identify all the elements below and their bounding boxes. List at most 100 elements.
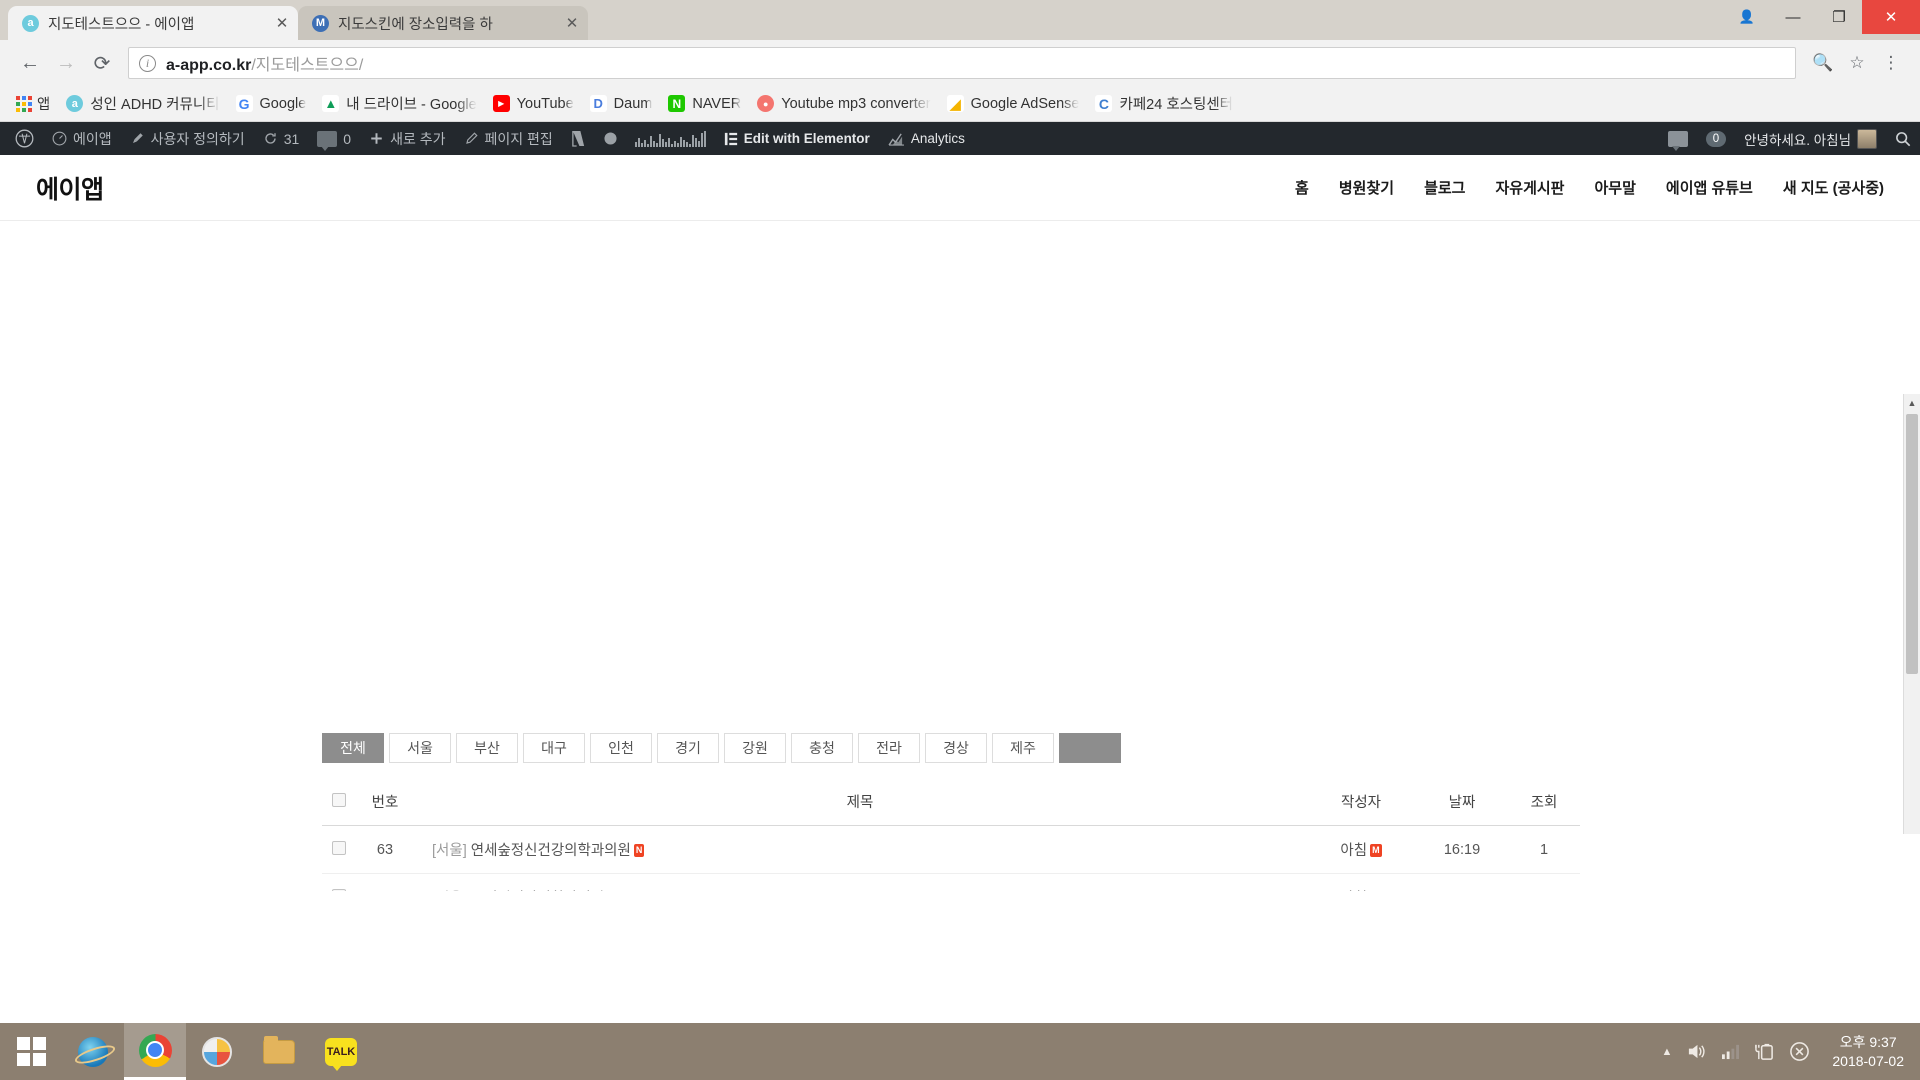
row-date: 16:18 (1416, 873, 1508, 891)
nav-item-find-hospital[interactable]: 병원찾기 (1339, 177, 1394, 198)
notifications-menu[interactable] (1659, 122, 1697, 155)
bookmark-cafe24[interactable]: C 카페24 호스팅센터 (1087, 90, 1241, 118)
plugin-circle-menu[interactable] (595, 122, 626, 155)
select-all-header (322, 779, 356, 826)
nav-item-new-map[interactable]: 새 지도 (공사중) (1783, 177, 1884, 198)
bookmark-google[interactable]: G Google (228, 90, 315, 118)
region-tab-seoul[interactable]: 서울 (389, 733, 451, 763)
a-circle-icon: a (66, 95, 84, 112)
region-tab-gangwon[interactable]: 강원 (724, 733, 786, 763)
column-header-title[interactable]: 제목 (414, 779, 1306, 826)
updates-menu[interactable]: 31 (254, 122, 309, 155)
bookmark-google-drive[interactable]: ▲ 내 드라이브 - Google (314, 90, 484, 118)
taskbar-app-kakaotalk[interactable]: TALK (310, 1023, 372, 1080)
table-row[interactable]: 63 [서울] 연세숲정신건강의학과의원 N 아침 M 16:19 1 (322, 825, 1580, 874)
region-tab-gyeongsang[interactable]: 경상 (925, 733, 987, 763)
bookmark-google-adsense[interactable]: ◢ Google AdSense (939, 90, 1088, 118)
start-button[interactable] (0, 1023, 62, 1080)
nav-item-blog[interactable]: 블로그 (1424, 177, 1465, 198)
forward-icon[interactable]: → (48, 45, 84, 81)
region-tab-blank[interactable] (1059, 733, 1121, 763)
minimize-button[interactable]: — (1770, 0, 1816, 34)
bookmark-daum-label: Daum (613, 95, 653, 112)
taskbar-app-file-explorer[interactable] (248, 1023, 310, 1080)
row-checkbox[interactable] (332, 840, 346, 855)
close-icon[interactable]: ✕ (272, 13, 292, 33)
wordpress-logo-menu[interactable] (6, 122, 43, 155)
site-info-icon[interactable]: i (139, 54, 156, 72)
volume-icon[interactable] (1686, 1042, 1707, 1061)
region-tab-gyeonggi[interactable]: 경기 (657, 733, 719, 763)
yoast-seo-menu[interactable] (562, 122, 595, 155)
address-bar[interactable]: i a-app.co.kr/지도테스트으으/ (128, 47, 1796, 79)
bookmark-youtube[interactable]: ▶ YouTube (485, 90, 582, 118)
admin-search-button[interactable] (1886, 122, 1920, 155)
chrome-menu-icon[interactable]: ⋮ (1874, 46, 1908, 80)
profile-icon[interactable]: 👤 (1724, 0, 1770, 34)
site-name-menu[interactable]: 에이앱 (43, 122, 121, 155)
column-header-author[interactable]: 작성자 (1306, 779, 1416, 826)
customize-menu[interactable]: 사용자 정의하기 (121, 122, 254, 155)
taskbar-app-internet-explorer[interactable] (62, 1023, 124, 1080)
column-header-number[interactable]: 번호 (356, 779, 414, 826)
new-content-menu[interactable]: 새로 추가 (360, 122, 454, 155)
post-title-link[interactable]: [서울] 연세숲정신건강의학과의원 (432, 843, 631, 859)
region-tab-daegu[interactable]: 대구 (523, 733, 585, 763)
region-tab-busan[interactable]: 부산 (456, 733, 518, 763)
nav-item-random-talk[interactable]: 아무말 (1594, 177, 1635, 198)
battery-charging-icon[interactable] (1754, 1042, 1775, 1061)
notification-count-badge[interactable]: 0 (1697, 122, 1735, 155)
nav-item-youtube[interactable]: 에이앱 유튜브 (1666, 177, 1753, 198)
row-title-cell: [서울] 오정신건강의학과의원N (414, 873, 1306, 891)
network-signal-icon[interactable] (1721, 1043, 1740, 1060)
site-stats-menu[interactable] (626, 122, 715, 155)
elementor-edit-menu[interactable]: Edit with Elementor (715, 122, 879, 155)
pencil-icon (464, 131, 479, 146)
close-window-button[interactable]: ✕ (1862, 0, 1920, 34)
reload-icon[interactable]: ⟳ (84, 45, 120, 81)
show-hidden-icons-icon[interactable]: ▲ (1661, 1046, 1672, 1058)
edit-page-menu[interactable]: 페이지 편집 (455, 122, 562, 155)
bookmark-star-icon[interactable]: ☆ (1840, 46, 1874, 80)
bookmark-daum[interactable]: D Daum (582, 90, 661, 118)
table-row[interactable]: 62 [서울] 오정신건강의학과의원N 아침M 16:18 1 (322, 873, 1580, 891)
region-tab-incheon[interactable]: 인천 (590, 733, 652, 763)
column-header-date[interactable]: 날짜 (1416, 779, 1508, 826)
nav-item-home[interactable]: 홈 (1295, 177, 1309, 198)
back-icon[interactable]: ← (12, 45, 48, 81)
scroll-up-arrow[interactable]: ▲ (1904, 394, 1920, 411)
adsense-icon: ◢ (946, 95, 964, 113)
taskbar-clock[interactable]: 오후 9:37 2018-07-02 (1824, 1033, 1904, 1071)
browser-tab-1[interactable]: a 지도테스트으으 - 에이앱 ✕ (8, 6, 298, 40)
close-icon[interactable]: ✕ (562, 13, 582, 33)
taskbar-app-google-chrome[interactable] (124, 1023, 186, 1080)
bookmark-apps[interactable]: 앱 (8, 90, 58, 118)
action-center-close-icon[interactable] (1789, 1041, 1810, 1062)
hospital-post-table: 번호 제목 작성자 날짜 조회 63 [서울] 연세숲정신건강의학과의원 N 아침… (322, 779, 1580, 891)
nav-item-free-board[interactable]: 자유게시판 (1495, 177, 1564, 198)
comments-menu[interactable]: 0 (308, 122, 360, 155)
elementor-edit-label: Edit with Elementor (743, 131, 870, 146)
zoom-icon[interactable]: 🔍 (1806, 46, 1840, 80)
scrollbar-thumb[interactable] (1906, 414, 1918, 674)
region-tab-chungcheong[interactable]: 충청 (791, 733, 853, 763)
bookmark-adhd-community[interactable]: a 성인 ADHD 커뮤니티 (58, 90, 227, 118)
window-controls: 👤 — ❐ ✕ (1724, 0, 1920, 34)
bookmark-naver[interactable]: N NAVER (660, 90, 749, 118)
column-header-hits[interactable]: 조회 (1508, 779, 1580, 826)
site-logo[interactable]: 에이앱 (36, 170, 104, 206)
region-tab-jeolla[interactable]: 전라 (858, 733, 920, 763)
region-tab-jeju[interactable]: 제주 (992, 733, 1054, 763)
row-checkbox-cell (322, 873, 356, 891)
select-all-checkbox[interactable] (332, 792, 346, 807)
region-tab-all[interactable]: 전체 (322, 733, 384, 763)
account-menu[interactable]: 안녕하세요. 아침님 (1735, 122, 1886, 155)
analytics-menu[interactable]: Analytics (879, 122, 974, 155)
hospital-board: 전체 서울 부산 대구 인천 경기 강원 충청 전라 경상 제주 번호 제목 작… (322, 733, 1580, 891)
maximize-button[interactable]: ❐ (1816, 0, 1862, 34)
browser-tab-2[interactable]: M 지도스킨에 장소입력을 하 ✕ (298, 6, 588, 40)
page-scrollbar[interactable]: ▲ (1903, 394, 1920, 834)
taskbar-app-paint[interactable] (186, 1023, 248, 1080)
row-checkbox[interactable] (332, 888, 346, 891)
bookmark-youtube-mp3[interactable]: ● Youtube mp3 converter (749, 90, 938, 118)
